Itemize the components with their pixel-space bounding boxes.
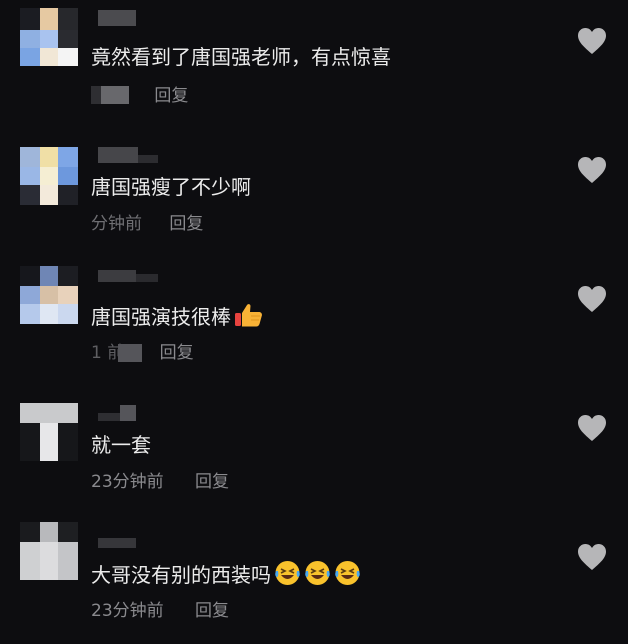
comment-time: 分钟前 bbox=[91, 214, 142, 234]
comment-item: 唐国强瘦了不少啊 分钟前 回复 bbox=[0, 129, 628, 257]
comment-text-content: 大哥没有别的西装吗 bbox=[91, 563, 271, 587]
comment-text: 大哥没有别的西装吗 bbox=[91, 560, 361, 589]
comment-text: 竟然看到了唐国强老师，有点惊喜 bbox=[91, 45, 391, 69]
comment-text: 唐国强演技很棒 bbox=[91, 302, 264, 331]
laughing-emoji bbox=[335, 561, 360, 585]
time-mosaic bbox=[118, 344, 142, 362]
reply-button[interactable]: 回复 bbox=[195, 600, 229, 622]
comment-time: 23分钟前 bbox=[91, 601, 164, 621]
reply-button[interactable]: 回复 bbox=[154, 85, 188, 107]
comment-meta: 23分钟前 回复 bbox=[91, 471, 229, 493]
comment-item: 竟然看到了唐国强老师，有点惊喜 回复 bbox=[0, 0, 628, 128]
comment-meta: 回复 bbox=[91, 85, 188, 107]
heart-icon[interactable] bbox=[576, 26, 608, 56]
comment-text: 唐国强瘦了不少啊 bbox=[91, 175, 251, 199]
comment-meta: 分钟前 回复 bbox=[91, 213, 203, 235]
avatar[interactable] bbox=[20, 522, 78, 580]
avatar[interactable] bbox=[20, 8, 78, 66]
heart-icon[interactable] bbox=[576, 155, 608, 185]
laughing-emoji bbox=[275, 561, 300, 585]
reply-button[interactable]: 回复 bbox=[169, 213, 203, 235]
reply-button[interactable]: 回复 bbox=[195, 471, 229, 493]
laughing-emoji bbox=[305, 561, 330, 585]
comment-meta: 23分钟前 回复 bbox=[91, 600, 229, 622]
heart-icon[interactable] bbox=[576, 284, 608, 314]
heart-icon[interactable] bbox=[576, 413, 608, 443]
time-mosaic bbox=[91, 86, 129, 104]
comment-time: 23分钟前 bbox=[91, 472, 164, 492]
heart-icon[interactable] bbox=[576, 542, 608, 572]
comment-item: 大哥没有别的西装吗 23分钟前 回复 bbox=[0, 516, 628, 644]
avatar[interactable] bbox=[20, 266, 78, 324]
thumbs-up-emoji bbox=[235, 304, 262, 327]
comment-text-content: 唐国强演技很棒 bbox=[91, 305, 231, 329]
avatar[interactable] bbox=[20, 403, 78, 461]
comment-text: 就一套 bbox=[91, 433, 151, 457]
comment-meta: 1 前 回复 bbox=[91, 342, 194, 364]
comment-item: 就一套 23分钟前 回复 bbox=[0, 387, 628, 515]
comment-item: 唐国强演技很棒 1 前 回复 bbox=[0, 258, 628, 386]
avatar[interactable] bbox=[20, 147, 78, 205]
reply-button[interactable]: 回复 bbox=[160, 342, 194, 364]
